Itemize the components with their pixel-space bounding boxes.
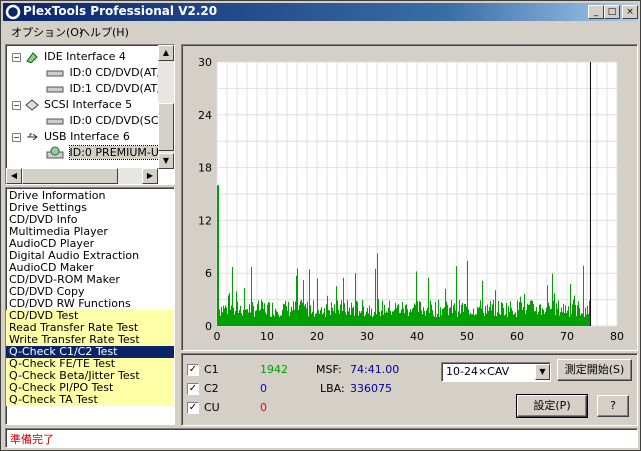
cu-value: 0 (260, 401, 267, 414)
tree-item-scsi-interface-5[interactable]: − SCSI Interface 5 (12, 97, 132, 113)
y-tick-label: 12 (198, 214, 212, 227)
tree-item-scsi-id0[interactable]: ID:0 CD/DVD(SCS (46, 113, 165, 129)
status-bar: 準備完了 (5, 428, 638, 448)
minimize-button[interactable]: _ (588, 5, 604, 19)
c1-value: 1942 (260, 363, 288, 376)
c1-label: C1 (204, 363, 219, 376)
y-tick-label: 0 (205, 320, 212, 333)
scroll-down-icon[interactable]: ▼ (158, 153, 174, 169)
drive-icon (46, 86, 64, 93)
help-button[interactable]: ? (597, 395, 629, 417)
usb-interface-icon (26, 133, 38, 141)
c1c2-chart: 0 6 12 18 24 30 0 10 20 30 40 50 60 70 80 (198, 56, 624, 343)
chart-panel: 0 6 12 18 24 30 0 10 20 30 40 50 60 70 80 (181, 44, 638, 351)
menu-help[interactable]: ヘルプ(H) (79, 24, 129, 40)
c1-checkbox[interactable]: ✓ (187, 364, 199, 376)
c2-value: 0 (260, 382, 267, 395)
x-tick-label: 0 (214, 330, 221, 343)
tree-item-ide-interface-4[interactable]: − IDE Interface 4 (12, 49, 126, 65)
window-title: PlexTools Professional V2.20 (23, 4, 218, 18)
x-tick-label: 60 (510, 330, 524, 343)
start-measure-button[interactable]: 測定開始(S) (557, 359, 632, 381)
device-tree: − IDE Interface 4 ID:0 CD/DVD(AT/ ID:1 C… (5, 44, 175, 185)
menu-options[interactable]: オプション(O) (11, 24, 83, 40)
speed-select[interactable]: 10-24×CAV ▼ (441, 362, 551, 382)
y-tick-label: 24 (198, 109, 212, 122)
scroll-left-icon[interactable]: ◀ (6, 168, 22, 184)
cu-label: CU (204, 401, 220, 414)
function-list: Drive Information Drive Settings CD/DVD In… (5, 187, 175, 425)
scsi-interface-icon (24, 99, 39, 111)
tree-item-usb-id0[interactable]: ID:0 PREMIUM-U (46, 145, 160, 161)
close-button[interactable]: × (622, 5, 638, 19)
function-item[interactable]: Q-Check TA Test (6, 394, 174, 406)
drive-icon (46, 118, 64, 125)
scroll-right-icon[interactable]: ▶ (142, 168, 158, 184)
x-tick-label: 30 (360, 330, 374, 343)
drive-icon (46, 70, 64, 77)
y-tick-label: 6 (205, 267, 212, 280)
collapse-icon[interactable]: − (12, 100, 21, 110)
tree-item-usb-interface-6[interactable]: − USB Interface 6 (12, 129, 130, 145)
tree-item-ide-id1[interactable]: ID:1 CD/DVD(AT/ (46, 81, 161, 97)
maximize-button[interactable]: □ (604, 5, 620, 19)
scroll-thumb[interactable] (158, 103, 174, 151)
x-tick-label: 20 (310, 330, 324, 343)
y-tick-label: 18 (198, 162, 212, 175)
tree-horizontal-scrollbar[interactable]: ◀ ▶ (6, 168, 158, 184)
main-window: PlexTools Professional V2.20 _ □ × オプション… (0, 0, 641, 451)
x-tick-label: 80 (610, 330, 624, 343)
settings-button[interactable]: 設定(P) (516, 394, 588, 418)
scroll-up-icon[interactable]: ▲ (158, 45, 174, 61)
c2-checkbox[interactable]: ✓ (187, 383, 199, 395)
x-tick-label: 40 (410, 330, 424, 343)
y-tick-label: 30 (198, 56, 212, 69)
disc-drive-icon (46, 146, 64, 159)
x-tick-label: 50 (460, 330, 474, 343)
c2-label: C2 (204, 382, 219, 395)
chevron-down-icon[interactable]: ▼ (535, 364, 550, 380)
menu-bar: オプション(O) ヘルプ(H) (3, 22, 638, 40)
lba-label: LBA: (320, 382, 345, 395)
collapse-icon[interactable]: − (12, 52, 21, 62)
msf-value: 74:41.00 (350, 363, 400, 376)
ide-interface-icon (25, 52, 38, 64)
collapse-icon[interactable]: − (12, 132, 21, 142)
tree-vertical-scrollbar[interactable]: ▲ ▼ (158, 45, 174, 169)
lba-value: 336075 (350, 382, 392, 395)
c1-baseline (217, 317, 591, 326)
plextools-logo-icon (5, 4, 21, 20)
test-controls: ✓ C1 1942 ✓ C2 0 ✓ CU 0 MSF: 74:41.00 LB… (181, 353, 638, 426)
cu-checkbox[interactable]: ✓ (187, 402, 199, 414)
x-tick-label: 10 (260, 330, 274, 343)
title-bar: PlexTools Professional V2.20 _ □ × (3, 3, 638, 21)
tree-item-ide-id0[interactable]: ID:0 CD/DVD(AT/ (46, 65, 161, 81)
scroll-thumb[interactable] (22, 168, 118, 184)
x-tick-label: 70 (560, 330, 574, 343)
msf-label: MSF: (316, 363, 342, 376)
